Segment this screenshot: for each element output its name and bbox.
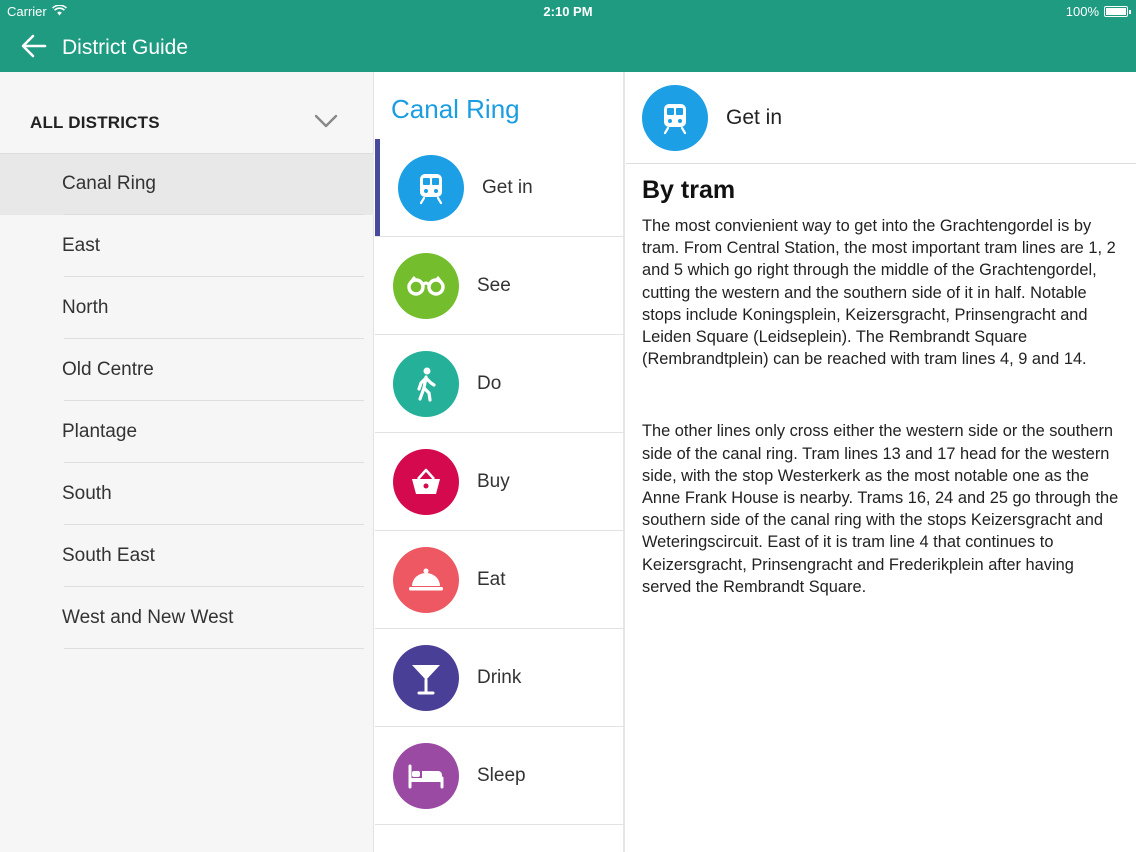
- bed-icon: [393, 742, 459, 809]
- sidebar-item-label: Canal Ring: [62, 173, 156, 194]
- category-see[interactable]: See: [375, 237, 625, 335]
- shopping-basket-icon: [393, 448, 459, 515]
- sidebar-item-south[interactable]: South: [0, 463, 374, 525]
- category-label: See: [477, 274, 511, 296]
- sidebar-item-label: West and New West: [62, 607, 234, 628]
- category-sleep[interactable]: Sleep: [375, 727, 625, 825]
- page-title: District Guide: [62, 36, 189, 59]
- sidebar-item-label: Plantage: [62, 421, 138, 442]
- category-label: Get in: [482, 176, 533, 198]
- navigation-bar: District Guide: [0, 28, 188, 68]
- detail-header-title: Get in: [726, 105, 783, 129]
- paragraph: The most convienient way to get into the…: [642, 217, 1116, 369]
- detail-header: Get in: [626, 72, 1136, 164]
- status-bar: Carrier 2:10 PM 100%: [0, 0, 1136, 22]
- sidebar-item-west-and-new-west[interactable]: West and New West: [0, 587, 374, 649]
- arrow-left-icon: [21, 34, 47, 63]
- category-panel: Canal Ring Get in See Do Buy Eat Drink S…: [375, 72, 625, 852]
- sidebar-item-label: East: [62, 235, 101, 256]
- district-title: Canal Ring: [391, 94, 520, 124]
- train-icon: [398, 154, 464, 221]
- sidebar-item-label: North: [62, 297, 109, 318]
- section-title: By tram: [642, 176, 736, 204]
- sidebar-item-label: South: [62, 483, 112, 504]
- all-districts-dropdown[interactable]: ALL DISTRICTS: [0, 92, 374, 154]
- category-label: Do: [477, 372, 502, 394]
- dropdown-label: ALL DISTRICTS: [30, 113, 160, 132]
- paragraph: The other lines only cross either the we…: [642, 422, 1119, 596]
- category-list: Get in See Do Buy Eat Drink Sleep: [375, 139, 625, 825]
- sidebar-item-south-east[interactable]: South East: [0, 525, 374, 587]
- district-list: Canal Ring East North Old Centre Plantag…: [0, 153, 374, 649]
- cloche-icon: [393, 546, 459, 613]
- category-buy[interactable]: Buy: [375, 433, 625, 531]
- walking-person-icon: [393, 350, 459, 417]
- category-eat[interactable]: Eat: [375, 531, 625, 629]
- status-time: 2:10 PM: [543, 4, 593, 19]
- cocktail-glass-icon: [393, 644, 459, 711]
- category-drink[interactable]: Drink: [375, 629, 625, 727]
- detail-content: By tram The most convienient way to get …: [642, 176, 1126, 648]
- sidebar-item-canal-ring[interactable]: Canal Ring: [0, 153, 374, 215]
- sidebar-item-east[interactable]: East: [0, 215, 374, 277]
- battery-label: 100%: [1065, 4, 1099, 19]
- sidebar-item-label: South East: [62, 545, 155, 566]
- sidebar-item-plantage[interactable]: Plantage: [0, 401, 374, 463]
- district-sidebar: ALL DISTRICTS Canal Ring East North Old …: [0, 72, 374, 852]
- detail-panel: Get in By tram The most convienient way …: [626, 72, 1136, 852]
- train-icon: [642, 84, 708, 151]
- binoculars-icon: [393, 252, 459, 319]
- category-label: Sleep: [477, 764, 526, 786]
- back-button[interactable]: [14, 30, 54, 66]
- battery-status: 100%: [1065, 4, 1131, 19]
- sidebar-item-label: Old Centre: [62, 359, 154, 380]
- sidebar-item-old-centre[interactable]: Old Centre: [0, 339, 374, 401]
- category-do[interactable]: Do: [375, 335, 625, 433]
- sidebar-item-north[interactable]: North: [0, 277, 374, 339]
- chevron-down-icon: [314, 114, 338, 133]
- battery-icon: [1104, 6, 1131, 17]
- category-label: Buy: [477, 470, 510, 492]
- category-get-in[interactable]: Get in: [375, 139, 625, 237]
- app-header: Carrier 2:10 PM 100% District Guide: [0, 0, 1136, 72]
- category-label: Drink: [477, 666, 522, 688]
- category-label: Eat: [477, 568, 506, 590]
